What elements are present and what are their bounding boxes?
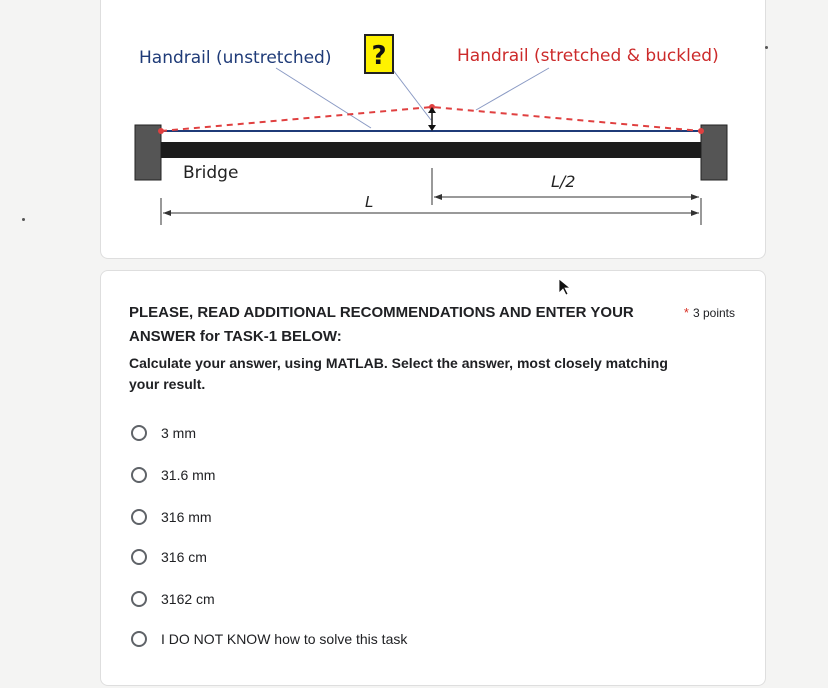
- bridge-label: Bridge: [183, 163, 239, 183]
- left-pier: [134, 124, 162, 181]
- length-label: L: [365, 193, 374, 211]
- handrail-stretched-label: Handrail (stretched & buckled): [457, 46, 719, 66]
- option-label: 316 mm: [161, 509, 212, 525]
- option-label: 3162 cm: [161, 591, 215, 607]
- option-31-6mm[interactable]: 31.6 mm: [131, 463, 215, 487]
- option-316mm[interactable]: 316 mm: [131, 505, 212, 529]
- question-points: * 3 points: [684, 305, 735, 320]
- half-length-label: L/2: [551, 172, 576, 191]
- unstretched-pointer-line: [275, 67, 372, 129]
- handrail-unstretched-label: Handrail (unstretched): [139, 48, 332, 68]
- speck: [765, 46, 768, 49]
- radio-circle-icon[interactable]: [131, 467, 147, 483]
- bridge-deck: [161, 142, 701, 158]
- points-value: 3 points: [692, 306, 735, 320]
- left-anchor: [158, 128, 164, 134]
- bridge-handrail-diagram: [134, 67, 728, 225]
- radio-circle-icon[interactable]: [131, 591, 147, 607]
- option-label: 316 cm: [161, 549, 207, 565]
- unknown-question-box: ?: [364, 34, 394, 74]
- option-label: 31.6 mm: [161, 467, 216, 483]
- option-label: I DO NOT KNOW how to solve this task: [161, 631, 408, 647]
- right-pier: [700, 124, 728, 181]
- question-description: Calculate your answer, using MATLAB. Sel…: [129, 355, 668, 392]
- radio-circle-icon[interactable]: [131, 549, 147, 565]
- question-pointer-line: [392, 69, 432, 121]
- option-label: 3 mm: [161, 425, 196, 441]
- question-card: PLEASE, READ ADDITIONAL RECOMMENDATIONS …: [100, 270, 766, 686]
- option-316cm[interactable]: 316 cm: [131, 545, 207, 569]
- required-asterisk: *: [683, 305, 689, 320]
- speck: [22, 218, 25, 221]
- option-do-not-know[interactable]: I DO NOT KNOW how to solve this task: [131, 627, 407, 651]
- stretched-pointer-line: [475, 67, 550, 111]
- question-title: PLEASE, READ ADDITIONAL RECOMMENDATIONS …: [129, 304, 634, 345]
- radio-circle-icon[interactable]: [131, 631, 147, 647]
- option-3mm[interactable]: 3 mm: [131, 421, 196, 445]
- right-anchor: [698, 128, 704, 134]
- radio-circle-icon[interactable]: [131, 425, 147, 441]
- option-3162cm[interactable]: 3162 cm: [131, 587, 215, 611]
- diagram-card: Handrail (unstretched) ? Handrail (stret…: [100, 0, 766, 259]
- mouse-pointer-icon: [558, 278, 572, 296]
- radio-circle-icon[interactable]: [131, 509, 147, 525]
